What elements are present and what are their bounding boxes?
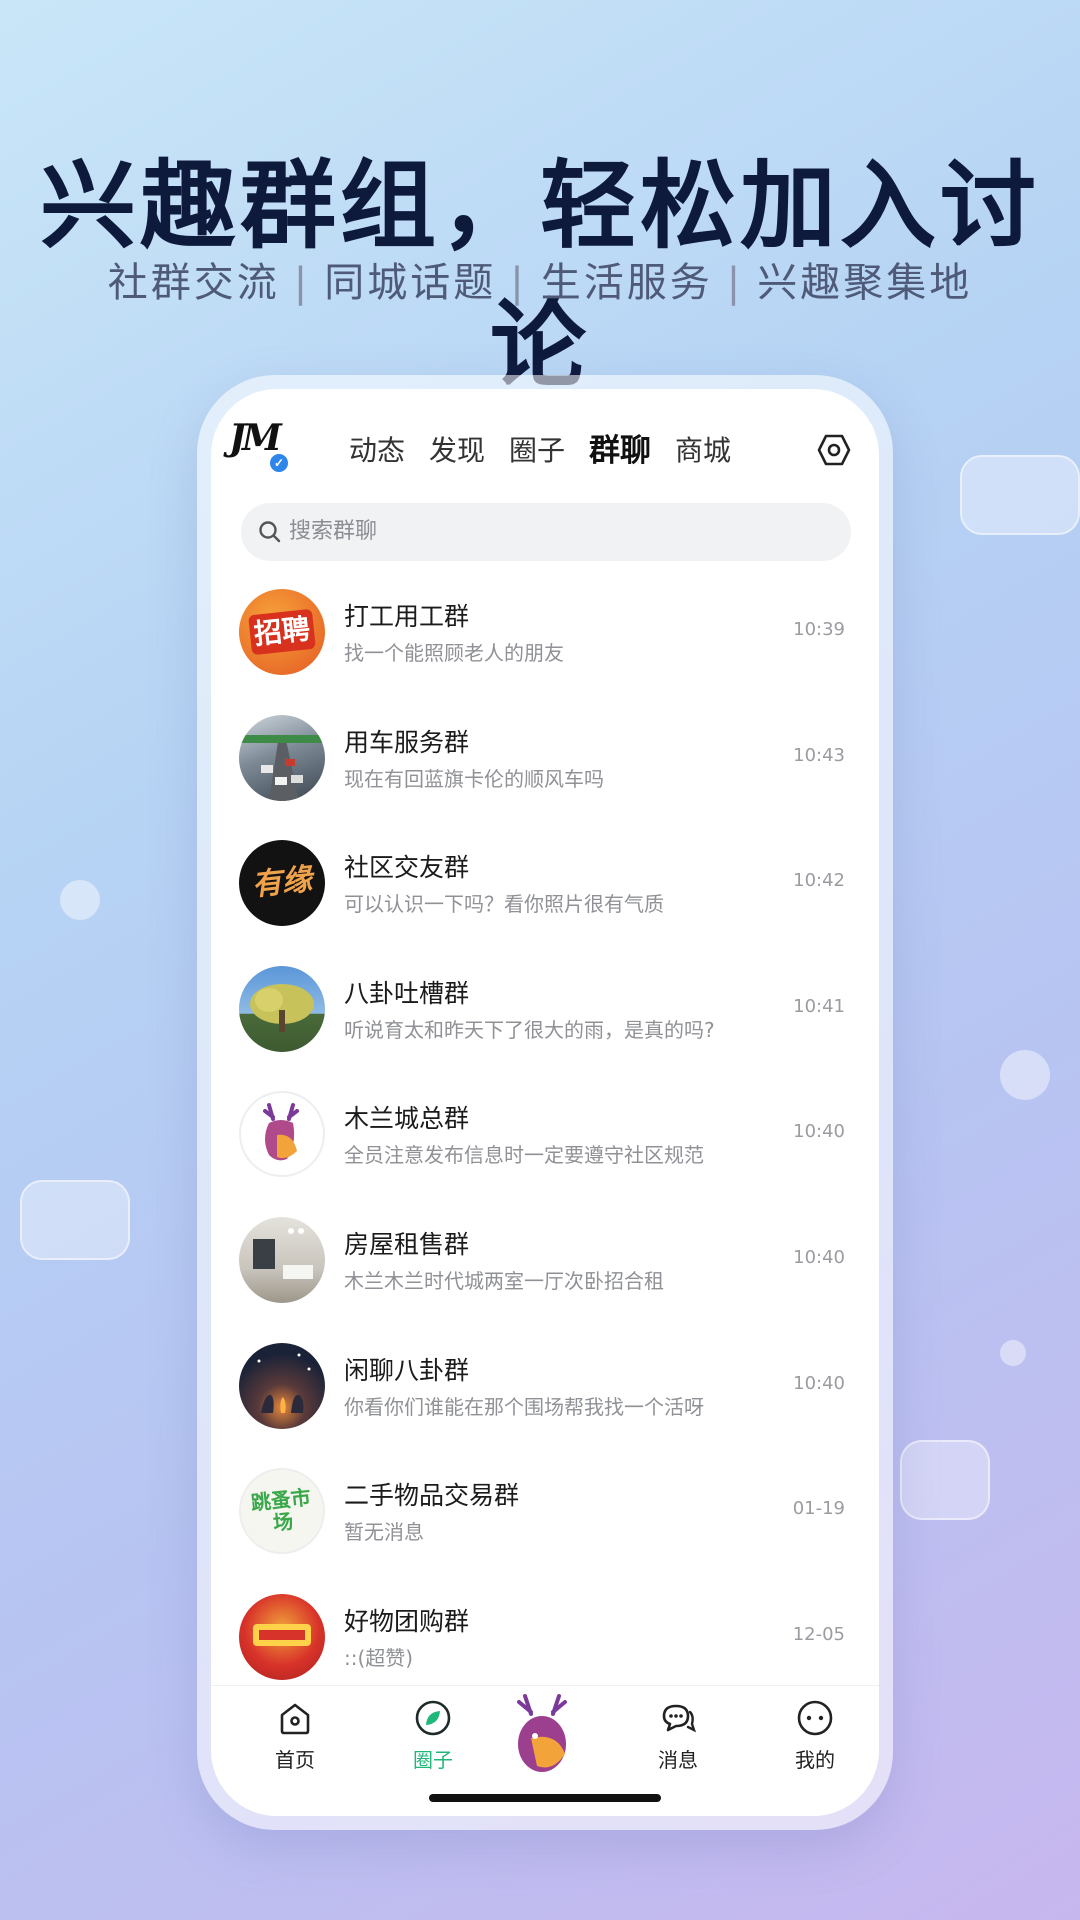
group-chat-row[interactable]: 房屋租售群 木兰木兰时代城两室一厅次卧招合租 10:40 (211, 1203, 879, 1329)
group-chat-row[interactable]: 用车服务群 现在有回蓝旗卡伦的顺风车吗 10:43 (211, 701, 879, 827)
avatar-text: 有缘 (250, 862, 314, 904)
message-time: 12-05 (792, 1623, 845, 1645)
phone-screen: JM ✓ 动态 发现 圈子 群聊 商城 搜索群聊 招聘 打工用工群 找一个能照顾… (211, 389, 879, 1816)
last-message: 可以认识一下吗？看你照片很有气质 (344, 892, 664, 917)
tab-qunliao[interactable]: 群聊 (589, 431, 651, 471)
group-avatar (239, 1342, 325, 1429)
group-chat-row[interactable]: 跳蚤市场 二手物品交易群 暂无消息 01-19 (211, 1454, 879, 1580)
group-avatar (239, 1091, 325, 1178)
subtitle-item: 生活服务 (540, 260, 713, 306)
deer-logo-icon (263, 1103, 299, 1161)
nav-home[interactable]: 首页 (240, 1686, 350, 1773)
top-tabs: 动态 发现 圈子 群聊 商城 (349, 431, 755, 471)
message-time: 10:41 (793, 995, 845, 1017)
subtitle-item: 同城话题 (324, 260, 497, 306)
message-time: 10:43 (793, 744, 845, 766)
search-input[interactable]: 搜索群聊 (241, 503, 851, 561)
last-message: 现在有回蓝旗卡伦的顺风车吗 (344, 766, 604, 791)
verified-badge-icon: ✓ (267, 451, 291, 475)
last-message: 找一个能照顾老人的朋友 (344, 641, 564, 665)
last-message: ::(超赞) (344, 1645, 414, 1670)
subtitle-separator: | (726, 260, 744, 306)
bg-chat-bubble (900, 1440, 990, 1520)
nav-profile[interactable]: 我的 (760, 1686, 870, 1773)
compass-leaf-icon (415, 1700, 451, 1736)
message-time: 10:39 (793, 619, 845, 640)
campfire-photo-icon (257, 1353, 311, 1413)
subtitle-item: 社群交流 (107, 260, 280, 306)
group-avatar: 招聘 (239, 589, 325, 675)
last-message: 听说育太和昨天下了很大的雨，是真的吗? (344, 1017, 715, 1042)
avatar-text: 跳蚤市场 (249, 1485, 312, 1536)
group-chat-row[interactable]: 木兰城总群 全员注意发布信息时一定要遵守社区规范 10:40 (211, 1077, 879, 1203)
message-time: 10:42 (793, 870, 845, 892)
nav-messages[interactable]: 消息 (623, 1686, 733, 1773)
nav-label: 圈子 (413, 1748, 453, 1772)
nav-label: 首页 (275, 1748, 315, 1772)
group-name: 木兰城总群 (344, 1104, 470, 1134)
group-name: 打工用工群 (344, 602, 470, 631)
group-avatar (239, 714, 325, 801)
settings-hexagon-icon[interactable] (817, 433, 851, 467)
message-time: 01-19 (792, 1498, 845, 1520)
last-message: 你看你们谁能在那个围场帮我找一个活呀 (344, 1394, 704, 1419)
group-avatar (239, 1593, 325, 1680)
app-logo[interactable]: JM ✓ (229, 417, 291, 475)
last-message: 木兰木兰时代城两室一厅次卧招合租 (344, 1268, 664, 1293)
group-name: 房屋租售群 (344, 1229, 470, 1259)
bg-decoration (60, 880, 100, 920)
message-time: 10:40 (793, 1121, 845, 1143)
group-name: 社区交友群 (344, 853, 470, 883)
nav-quanzi[interactable]: 圈子 (378, 1686, 488, 1773)
chat-bubbles-icon (662, 1704, 697, 1733)
bg-chat-bubble (20, 1180, 130, 1260)
group-avatar: 跳蚤市场 (239, 1468, 325, 1555)
group-avatar: 有缘 (239, 840, 325, 927)
promo-subtitle: 社群交流 | 同城话题 | 生活服务 | 兴趣聚集地 (0, 250, 1080, 308)
avatar-text: 招聘 (248, 608, 316, 656)
group-avatar (239, 1216, 325, 1303)
group-buy-logo-icon (253, 1623, 311, 1646)
bg-chat-bubble (960, 455, 1080, 535)
last-message: 暂无消息 (344, 1520, 424, 1545)
last-message: 全员注意发布信息时一定要遵守社区规范 (344, 1143, 704, 1168)
group-name: 闲聊八卦群 (344, 1355, 470, 1385)
message-time: 10:40 (793, 1372, 845, 1394)
tree-photo-icon (250, 983, 314, 1032)
group-name: 用车服务群 (344, 727, 470, 757)
tab-shangcheng[interactable]: 商城 (675, 431, 731, 471)
room-photo-icon (253, 1227, 313, 1279)
group-name: 好物团购群 (344, 1606, 470, 1636)
subtitle-separator: | (293, 260, 311, 306)
group-chat-row[interactable]: 招聘 打工用工群 找一个能照顾老人的朋友 10:39 (211, 575, 879, 701)
group-chat-row[interactable]: 有缘 社区交友群 可以认识一下吗？看你照片很有气质 10:42 (211, 826, 879, 952)
deer-mascot-icon[interactable] (507, 1692, 577, 1776)
nav-label: 我的 (795, 1748, 835, 1772)
group-avatar (239, 965, 325, 1052)
search-icon (259, 521, 281, 543)
tab-quanzi[interactable]: 圈子 (509, 431, 565, 471)
group-name: 八卦吐槽群 (344, 978, 470, 1008)
group-chat-row[interactable]: 八卦吐槽群 听说育太和昨天下了很大的雨，是真的吗? 10:41 (211, 952, 879, 1078)
search-placeholder: 搜索群聊 (289, 519, 378, 544)
nav-label: 消息 (658, 1748, 698, 1772)
group-chat-row[interactable]: 闲聊八卦群 你看你们谁能在那个围场帮我找一个活呀 10:40 (211, 1329, 879, 1455)
tab-faxian[interactable]: 发现 (429, 431, 485, 471)
group-chat-list: 招聘 打工用工群 找一个能照顾老人的朋友 10:39 用车服务群 现在有回蓝旗卡… (211, 575, 879, 1705)
subtitle-item: 兴趣聚集地 (757, 260, 973, 306)
top-bar: JM ✓ 动态 发现 圈子 群聊 商城 (211, 389, 879, 507)
home-indicator (429, 1794, 661, 1802)
profile-face-icon (797, 1700, 833, 1736)
bg-decoration (1000, 1050, 1050, 1100)
traffic-photo-icon (239, 734, 325, 801)
subtitle-separator: | (510, 260, 527, 306)
bottom-navigation: 首页 圈子 消息 我的 (211, 1685, 879, 1816)
group-name: 二手物品交易群 (344, 1481, 520, 1511)
message-time: 10:40 (793, 1246, 845, 1268)
home-icon (280, 1703, 310, 1735)
bg-decoration (1000, 1340, 1026, 1366)
tab-dongtai[interactable]: 动态 (349, 431, 405, 471)
